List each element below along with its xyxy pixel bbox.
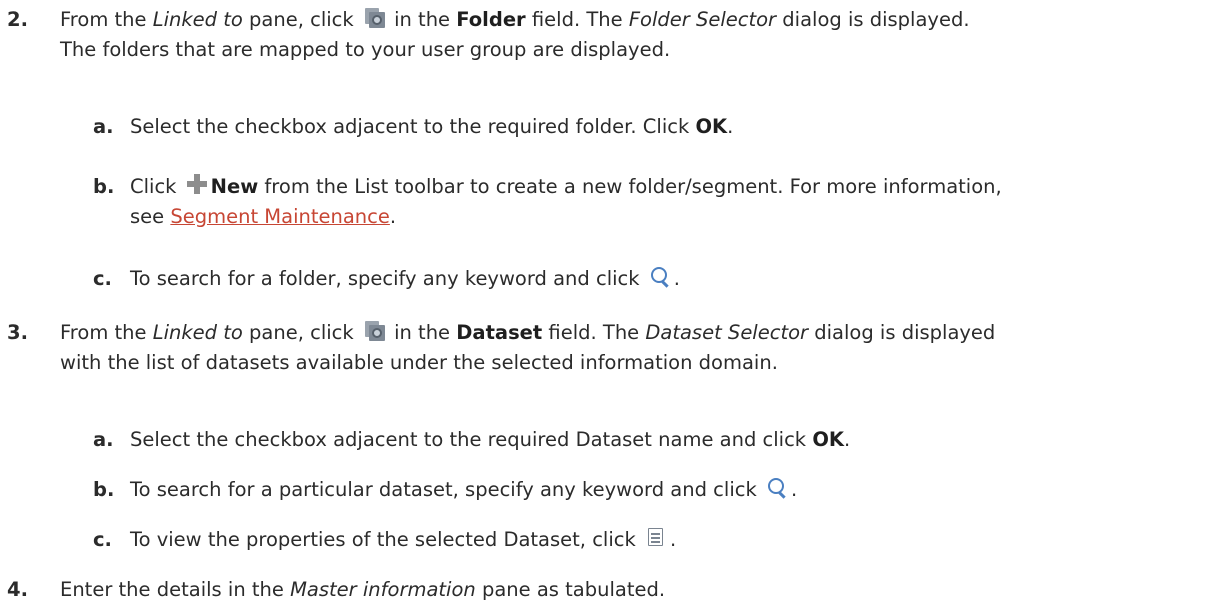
pane-name: Linked to [152, 321, 243, 344]
step-text: From the Linked to pane, click in the Da… [60, 320, 996, 374]
substep-letter: a. [93, 428, 114, 451]
substep-letter: c. [93, 528, 112, 551]
segment-maintenance-link[interactable]: Segment Maintenance [170, 205, 390, 228]
substep-letter: c. [93, 267, 112, 290]
pane-name: Linked to [152, 8, 243, 31]
dialog-name: Folder Selector [628, 8, 777, 31]
field-name: Folder [456, 8, 526, 31]
substep-letter: b. [93, 478, 115, 501]
substep-letter: b. [93, 175, 115, 198]
search-icon [766, 477, 788, 499]
pane-name: Master information [290, 578, 476, 601]
document-page: 2. From the Linked to pane, click in the… [0, 0, 1206, 607]
search-icon [649, 266, 671, 288]
folder-settings-icon [363, 320, 385, 342]
step-text: From the Linked to pane, click in the Fo… [60, 7, 970, 61]
step-text: Enter the details in the Master informat… [60, 578, 666, 601]
plus-icon [186, 173, 208, 195]
folder-settings-icon [363, 7, 385, 29]
dialog-name: Dataset Selector [645, 321, 809, 344]
step-number: 2. [7, 8, 28, 31]
properties-icon [645, 527, 667, 549]
substep-letter: a. [93, 115, 114, 138]
step-number: 4. [7, 578, 28, 601]
step-number: 3. [7, 321, 28, 344]
field-name: Dataset [456, 321, 543, 344]
